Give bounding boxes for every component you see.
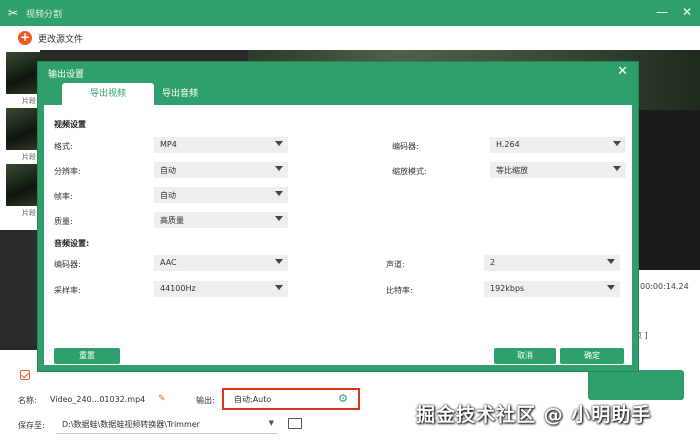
cancel-button[interactable]: 取消	[494, 348, 556, 364]
file-name: Video_240...01032.mp4	[50, 395, 146, 404]
bitrate-value: 192kbps	[490, 284, 525, 293]
caret-down-icon	[275, 166, 283, 171]
close-icon[interactable]: ✕	[617, 64, 628, 79]
edit-icon[interactable]: ✎	[158, 394, 166, 404]
scale-mode-label: 缩放模式:	[392, 167, 427, 176]
folder-icon[interactable]	[288, 418, 302, 429]
export-button[interactable]	[588, 370, 684, 400]
framerate-select[interactable]: 自动	[154, 187, 288, 203]
format-label: 格式:	[54, 142, 73, 151]
save-path-select[interactable]: D:\数据蛙\数据蛙视频转换器\Trimmer ▼	[56, 416, 278, 434]
audio-encoder-value: AAC	[160, 258, 177, 267]
sample-rate-select[interactable]: 44100Hz	[154, 281, 288, 297]
output-setting-box[interactable]: 自动;Auto ⚙	[222, 388, 360, 410]
clip-label: 片段	[22, 97, 36, 105]
clip-label: 片段	[22, 153, 36, 161]
output-value: 自动;Auto	[234, 395, 272, 404]
toolbar: + 更改源文件	[0, 26, 700, 50]
format-select[interactable]: MP4	[154, 137, 288, 153]
change-source-button[interactable]: 更改源文件	[38, 32, 83, 45]
video-encoder-select[interactable]: H.264	[490, 137, 626, 153]
output-settings-dialog: 输出设置 ✕ 导出视频 导出音频 视频设置 格式: MP4 分辨率: 自动 帧率…	[37, 61, 639, 372]
timeline-panel: 00:00:14.24 点 ]	[634, 270, 700, 360]
video-encoder-label: 编码器:	[392, 142, 419, 151]
clip-list: 片段 片段 片段	[0, 50, 40, 230]
video-section-title: 视频设置	[54, 120, 86, 129]
caret-down-icon	[275, 259, 283, 264]
merge-checkbox[interactable]	[20, 370, 30, 380]
audio-encoder-select[interactable]: AAC	[154, 255, 288, 271]
window-controls: — ✕	[656, 5, 692, 19]
audio-encoder-label: 编码器:	[54, 260, 81, 269]
watermark: 掘金技术社区 @ 小明助手	[416, 404, 652, 426]
channels-select[interactable]: 2	[484, 255, 620, 271]
caret-down-icon	[607, 285, 615, 290]
quality-label: 质量:	[54, 217, 73, 226]
sample-rate-label: 采样率:	[54, 286, 81, 295]
time-readout: 00:00:14.24	[640, 282, 689, 291]
caret-down-icon	[275, 141, 283, 146]
name-label: 名称:	[18, 396, 37, 405]
caret-down-icon	[607, 259, 615, 264]
dialog-title: 输出设置	[48, 70, 85, 80]
caret-down-icon	[613, 166, 621, 171]
video-encoder-value: H.264	[496, 140, 520, 149]
resolution-label: 分辨率:	[54, 167, 81, 176]
scale-mode-select[interactable]: 等比缩放	[490, 162, 626, 178]
quality-value: 高质量	[160, 216, 184, 225]
sample-rate-value: 44100Hz	[160, 284, 196, 293]
clip-thumbnail[interactable]	[6, 108, 40, 150]
save-path-value: D:\数据蛙\数据蛙视频转换器\Trimmer	[62, 420, 200, 429]
caret-down-icon	[275, 216, 283, 221]
app-title: 视频分割	[26, 10, 63, 20]
dialog-body: 视频设置 格式: MP4 分辨率: 自动 帧率: 自动 质量: 高质量 编码器:…	[44, 105, 632, 365]
clip-thumbnail[interactable]	[6, 52, 40, 94]
scale-mode-value: 等比缩放	[496, 166, 528, 175]
resolution-select[interactable]: 自动	[154, 162, 288, 178]
output-label: 输出:	[196, 396, 215, 405]
tab-export-audio[interactable]: 导出音频	[134, 83, 226, 105]
minimize-icon[interactable]: —	[656, 5, 668, 19]
framerate-value: 自动	[160, 191, 176, 200]
chevron-down-icon: ▼	[268, 419, 274, 427]
gear-icon[interactable]: ⚙	[338, 392, 348, 405]
close-window-icon[interactable]: ✕	[682, 5, 692, 19]
scissors-icon: ✂	[8, 6, 19, 20]
format-value: MP4	[160, 140, 177, 149]
confirm-button[interactable]: 确定	[560, 348, 624, 364]
audio-section-title: 音频设置:	[54, 239, 90, 248]
caret-down-icon	[613, 141, 621, 146]
bitrate-select[interactable]: 192kbps	[484, 281, 620, 297]
title-bar: ✂ 视频分割 — ✕	[0, 0, 700, 26]
channels-label: 声道:	[386, 260, 405, 269]
quality-select[interactable]: 高质量	[154, 212, 288, 228]
caret-down-icon	[275, 191, 283, 196]
channels-value: 2	[490, 258, 496, 267]
save-label: 保存至:	[18, 421, 45, 430]
clip-thumbnail[interactable]	[6, 164, 40, 206]
add-icon[interactable]: +	[18, 31, 32, 45]
caret-down-icon	[275, 285, 283, 290]
clip-label: 片段	[22, 209, 36, 217]
resolution-value: 自动	[160, 166, 176, 175]
framerate-label: 帧率:	[54, 192, 73, 201]
reset-button[interactable]: 重置	[54, 348, 120, 364]
bitrate-label: 比特率:	[386, 286, 413, 295]
